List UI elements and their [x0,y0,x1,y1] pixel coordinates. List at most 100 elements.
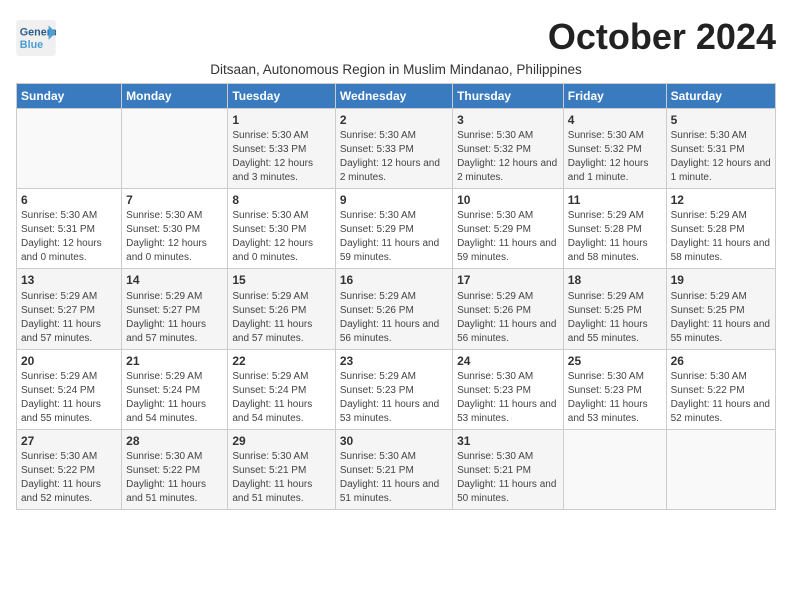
day-number: 12 [671,192,771,208]
table-row: 13 Sunrise: 5:29 AMSunset: 5:27 PMDayligh… [17,269,122,349]
day-number: 2 [340,112,448,128]
page-header: General Blue October 2024 [16,16,776,58]
table-row: 21Sunrise: 5:29 AMSunset: 5:24 PMDayligh… [122,349,228,429]
day-info: Sunrise: 5:30 AMSunset: 5:31 PMDaylight:… [671,129,771,185]
table-row: 28Sunrise: 5:30 AMSunset: 5:22 PMDayligh… [122,429,228,509]
table-row: 25Sunrise: 5:30 AMSunset: 5:23 PMDayligh… [563,349,666,429]
day-info: Sunrise: 5:29 AMSunset: 5:24 PMDaylight:… [126,370,223,426]
header-saturday: Saturday [666,84,775,109]
day-number: 13 [21,272,117,288]
calendar-week-row: 27Sunrise: 5:30 AMSunset: 5:22 PMDayligh… [17,429,776,509]
table-row: 30Sunrise: 5:30 AMSunset: 5:21 PMDayligh… [335,429,452,509]
day-info: Sunrise: 5:29 AMSunset: 5:25 PMDaylight:… [568,290,662,346]
header-thursday: Thursday [453,84,564,109]
table-row: 31Sunrise: 5:30 AMSunset: 5:21 PMDayligh… [453,429,564,509]
calendar-table: Sunday Monday Tuesday Wednesday Thursday… [16,83,776,510]
day-number: 7 [126,192,223,208]
day-info: Sunrise: 5:30 AMSunset: 5:32 PMDaylight:… [457,129,559,185]
logo-icon: General Blue [16,20,56,56]
table-row: 29Sunrise: 5:30 AMSunset: 5:21 PMDayligh… [228,429,335,509]
day-number: 6 [21,192,117,208]
day-number: 26 [671,353,771,369]
day-number: 31 [457,433,559,449]
table-row: 16 Sunrise: 5:29 AMSunset: 5:26 PMDayligh… [335,269,452,349]
day-info: Sunrise: 5:30 AMSunset: 5:29 PMDaylight:… [340,209,448,265]
table-row: 5Sunrise: 5:30 AMSunset: 5:31 PMDaylight… [666,109,775,189]
table-row: 10Sunrise: 5:30 AMSunset: 5:29 PMDayligh… [453,189,564,269]
table-row [17,109,122,189]
header-monday: Monday [122,84,228,109]
day-info: Sunrise: 5:30 AMSunset: 5:30 PMDaylight:… [126,209,223,265]
day-number: 8 [232,192,330,208]
day-number: 16 [340,272,448,288]
day-info: Sunrise: 5:30 AMSunset: 5:30 PMDaylight:… [232,209,330,265]
day-number: 20 [21,353,117,369]
calendar-week-row: 13 Sunrise: 5:29 AMSunset: 5:27 PMDayligh… [17,269,776,349]
day-info: Sunrise: 5:30 AMSunset: 5:21 PMDaylight:… [232,450,330,506]
header-sunday: Sunday [17,84,122,109]
table-row: 1Sunrise: 5:30 AMSunset: 5:33 PMDaylight… [228,109,335,189]
day-number: 18 [568,272,662,288]
day-number: 24 [457,353,559,369]
day-info: Sunrise: 5:30 AMSunset: 5:21 PMDaylight:… [340,450,448,506]
day-number: 23 [340,353,448,369]
table-row: 14Sunrise: 5:29 AMSunset: 5:27 PMDayligh… [122,269,228,349]
day-number: 15 [232,272,330,288]
day-info: Sunrise: 5:29 AMSunset: 5:28 PMDaylight:… [568,209,662,265]
table-row: 22Sunrise: 5:29 AMSunset: 5:24 PMDayligh… [228,349,335,429]
day-info: Sunrise: 5:30 AMSunset: 5:23 PMDaylight:… [568,370,662,426]
day-number: 25 [568,353,662,369]
day-info: Sunrise: 5:30 AMSunset: 5:33 PMDaylight:… [340,129,448,185]
day-info: Sunrise: 5:29 AMSunset: 5:26 PMDaylight:… [457,290,559,346]
calendar-header-row: Sunday Monday Tuesday Wednesday Thursday… [17,84,776,109]
day-number: 10 [457,192,559,208]
day-info: Sunrise: 5:29 AMSunset: 5:28 PMDaylight:… [671,209,771,265]
calendar-week-row: 6Sunrise: 5:30 AMSunset: 5:31 PMDaylight… [17,189,776,269]
day-info: Sunrise: 5:30 AMSunset: 5:21 PMDaylight:… [457,450,559,506]
table-row: 18 Sunrise: 5:29 AMSunset: 5:25 PMDayligh… [563,269,666,349]
table-row: 15 Sunrise: 5:29 AMSunset: 5:26 PMDayligh… [228,269,335,349]
table-row: 6Sunrise: 5:30 AMSunset: 5:31 PMDaylight… [17,189,122,269]
day-number: 22 [232,353,330,369]
day-info: Sunrise: 5:30 AMSunset: 5:22 PMDaylight:… [21,450,117,506]
day-number: 21 [126,353,223,369]
day-number: 29 [232,433,330,449]
header-friday: Friday [563,84,666,109]
day-info: Sunrise: 5:29 AMSunset: 5:24 PMDaylight:… [21,370,117,426]
day-info: Sunrise: 5:29 AMSunset: 5:26 PMDaylight:… [232,290,330,346]
day-number: 11 [568,192,662,208]
day-info: Sunrise: 5:29 AMSunset: 5:25 PMDaylight:… [671,290,771,346]
table-row [563,429,666,509]
table-row: 27Sunrise: 5:30 AMSunset: 5:22 PMDayligh… [17,429,122,509]
day-number: 28 [126,433,223,449]
day-info: Sunrise: 5:30 AMSunset: 5:33 PMDaylight:… [232,129,330,185]
day-number: 1 [232,112,330,128]
day-info: Sunrise: 5:30 AMSunset: 5:22 PMDaylight:… [671,370,771,426]
day-number: 30 [340,433,448,449]
table-row: 26Sunrise: 5:30 AMSunset: 5:22 PMDayligh… [666,349,775,429]
day-number: 3 [457,112,559,128]
day-number: 9 [340,192,448,208]
svg-text:Blue: Blue [20,39,43,51]
day-info: Sunrise: 5:29 AMSunset: 5:24 PMDaylight:… [232,370,330,426]
day-info: Sunrise: 5:30 AMSunset: 5:32 PMDaylight:… [568,129,662,185]
page-subtitle: Ditsaan, Autonomous Region in Muslim Min… [16,62,776,77]
day-info: Sunrise: 5:29 AMSunset: 5:26 PMDaylight:… [340,290,448,346]
header-tuesday: Tuesday [228,84,335,109]
table-row: 3Sunrise: 5:30 AMSunset: 5:32 PMDaylight… [453,109,564,189]
day-number: 17 [457,272,559,288]
logo: General Blue [16,20,56,56]
day-info: Sunrise: 5:29 AMSunset: 5:23 PMDaylight:… [340,370,448,426]
month-title: October 2024 [548,16,776,58]
day-number: 19 [671,272,771,288]
table-row: 9Sunrise: 5:30 AMSunset: 5:29 PMDaylight… [335,189,452,269]
table-row: 11Sunrise: 5:29 AMSunset: 5:28 PMDayligh… [563,189,666,269]
table-row: 12Sunrise: 5:29 AMSunset: 5:28 PMDayligh… [666,189,775,269]
table-row: 2Sunrise: 5:30 AMSunset: 5:33 PMDaylight… [335,109,452,189]
table-row: 24Sunrise: 5:30 AMSunset: 5:23 PMDayligh… [453,349,564,429]
table-row: 17 Sunrise: 5:29 AMSunset: 5:26 PMDayligh… [453,269,564,349]
table-row: 19 Sunrise: 5:29 AMSunset: 5:25 PMDayligh… [666,269,775,349]
day-info: Sunrise: 5:29 AMSunset: 5:27 PMDaylight:… [21,290,117,346]
header-wednesday: Wednesday [335,84,452,109]
day-info: Sunrise: 5:30 AMSunset: 5:22 PMDaylight:… [126,450,223,506]
